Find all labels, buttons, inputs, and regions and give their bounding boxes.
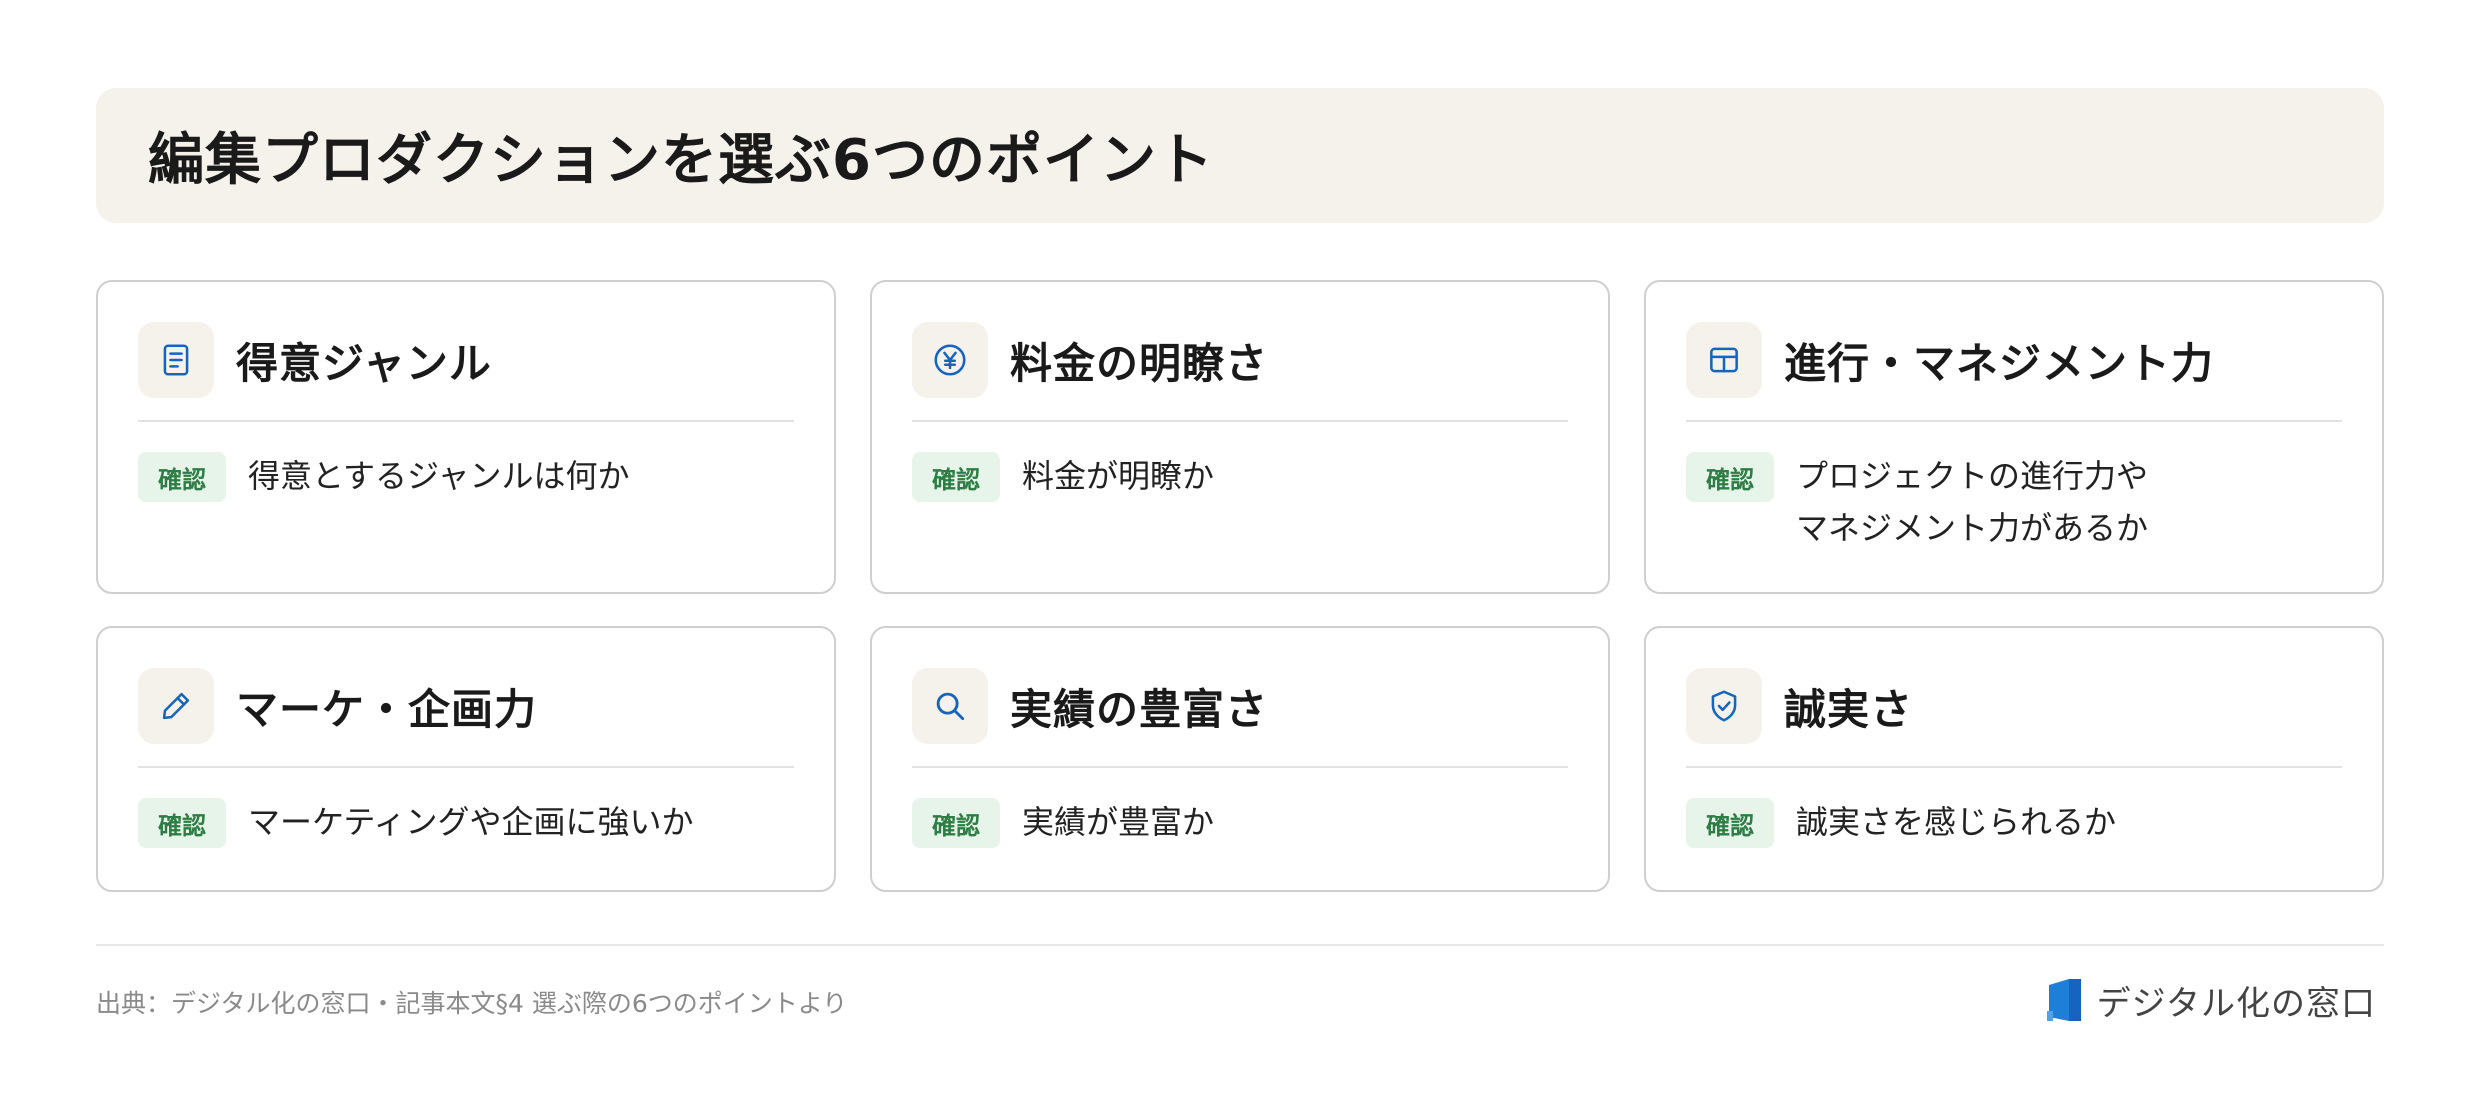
card-description: マーケティングや企画に強いか xyxy=(248,803,694,841)
search-icon xyxy=(912,668,988,744)
document-icon xyxy=(138,322,214,398)
confirm-badge: 確認 xyxy=(138,798,226,848)
page-title: 編集プロダクションを選ぶ6つのポイント xyxy=(148,128,1214,193)
table-icon xyxy=(1686,322,1762,398)
brand-logo: デジタル化の窓口 xyxy=(2043,975,2376,1025)
window-logo-icon xyxy=(2046,979,2081,1021)
card-title: マーケ・企画力 xyxy=(236,684,538,734)
card-header: 誠実さ xyxy=(1686,668,2342,768)
card-header: 得意ジャンル xyxy=(138,322,794,422)
card-body: 確認 誠実さを感じられるか xyxy=(1686,796,2342,848)
confirm-badge: 確認 xyxy=(912,798,1000,848)
card-description: プロジェクトの進行力や マネジメント力があるか xyxy=(1796,457,2149,547)
card-title: 実績の豊富さ xyxy=(1010,684,1269,734)
card-description: 実績が豊富か xyxy=(1022,803,1215,841)
confirm-badge: 確認 xyxy=(138,452,226,502)
card-body: 確認 プロジェクトの進行力や マネジメント力があるか xyxy=(1686,450,2342,554)
shield-check-icon xyxy=(1686,668,1762,744)
point-card-genre: 得意ジャンル 確認 得意とするジャンルは何か xyxy=(96,280,836,594)
confirm-badge: 確認 xyxy=(912,452,1000,502)
card-header: 実績の豊富さ xyxy=(912,668,1568,768)
yen-icon xyxy=(912,322,988,398)
pencil-icon xyxy=(138,668,214,744)
source-note: 出典：デジタル化の窓口・記事本文§4 選ぶ際の6つのポイントより xyxy=(96,989,848,1018)
card-body: 確認 得意とするジャンルは何か xyxy=(138,450,794,502)
confirm-badge: 確認 xyxy=(1686,798,1774,848)
card-header: マーケ・企画力 xyxy=(138,668,794,768)
points-grid: 得意ジャンル 確認 得意とするジャンルは何か 料金の明瞭さ 確認 料金が明瞭か … xyxy=(96,280,2384,892)
footer-divider xyxy=(96,944,2384,946)
card-description: 得意とするジャンルは何か xyxy=(248,457,630,495)
point-card-marketing: マーケ・企画力 確認 マーケティングや企画に強いか xyxy=(96,626,836,892)
brand-name: デジタル化の窓口 xyxy=(2096,983,2376,1024)
card-header: 進行・マネジメント力 xyxy=(1686,322,2342,422)
title-banner: 編集プロダクションを選ぶ6つのポイント xyxy=(96,88,2384,223)
point-card-pricing: 料金の明瞭さ 確認 料金が明瞭か xyxy=(870,280,1610,594)
card-body: 確認 料金が明瞭か xyxy=(912,450,1568,502)
card-title: 料金の明瞭さ xyxy=(1010,338,1269,388)
card-title: 誠実さ xyxy=(1784,684,1914,734)
infographic-page: 編集プロダクションを選ぶ6つのポイント 得意ジャンル 確認 得意とするジャンルは… xyxy=(0,0,2480,1120)
card-body: 確認 マーケティングや企画に強いか xyxy=(138,796,794,848)
card-title: 得意ジャンル xyxy=(236,338,492,388)
card-description: 誠実さを感じられるか xyxy=(1796,803,2117,841)
point-card-track-record: 実績の豊富さ 確認 実績が豊富か xyxy=(870,626,1610,892)
point-card-management: 進行・マネジメント力 確認 プロジェクトの進行力や マネジメント力があるか xyxy=(1644,280,2384,594)
card-body: 確認 実績が豊富か xyxy=(912,796,1568,848)
card-header: 料金の明瞭さ xyxy=(912,322,1568,422)
point-card-integrity: 誠実さ 確認 誠実さを感じられるか xyxy=(1644,626,2384,892)
card-description: 料金が明瞭か xyxy=(1022,457,1215,495)
card-title: 進行・マネジメント力 xyxy=(1784,338,2215,388)
confirm-badge: 確認 xyxy=(1686,452,1774,502)
